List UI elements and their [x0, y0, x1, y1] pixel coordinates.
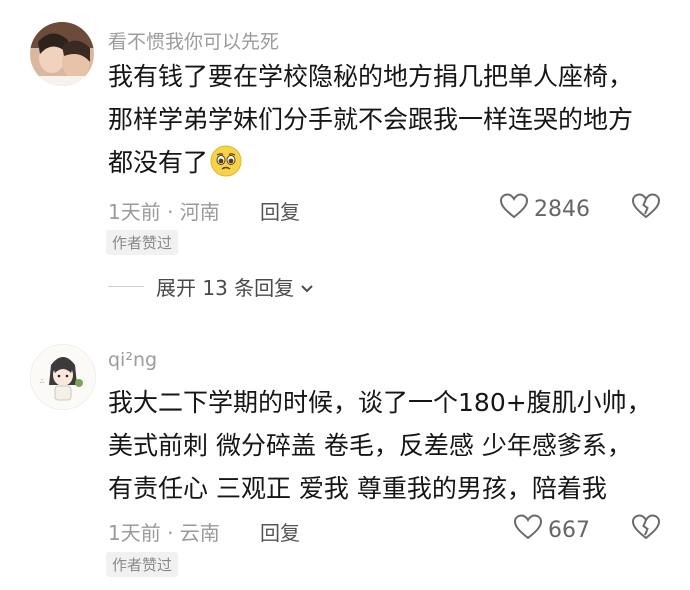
like-count: 667	[548, 517, 590, 543]
comment-line: 都没有了	[108, 141, 668, 190]
pleading-face-emoji	[210, 145, 242, 190]
heart-outline-icon	[513, 514, 543, 546]
comment-text: 我有钱了要在学校隐秘的地方捐几把单人座椅， 那样学弟学妹们分手就不会跟我一样连哭…	[108, 55, 668, 190]
broken-heart-icon	[631, 193, 661, 223]
expand-replies-button[interactable]: 展开 13 条回复	[108, 272, 314, 301]
comment-line: 美式前刺 微分碎盖 卷毛，反差感 少年感爹系，	[108, 431, 632, 460]
dislike-button[interactable]	[631, 193, 661, 223]
author-liked-badge: 作者赞过	[106, 552, 179, 577]
time-location: 1天前 · 云南	[108, 521, 220, 545]
username[interactable]: 看不惯我你可以先死	[108, 27, 279, 54]
avatar[interactable]: ஃ	[30, 344, 96, 410]
heart-outline-icon	[499, 193, 529, 225]
avatar[interactable]	[30, 22, 94, 86]
time-location: 1天前 · 河南	[108, 200, 220, 224]
divider	[108, 286, 144, 287]
chevron-down-icon	[300, 275, 314, 299]
reply-button[interactable]: 回复	[260, 196, 300, 225]
username[interactable]: qi²ng	[108, 349, 157, 371]
svg-text:ஃ: ஃ	[40, 379, 44, 385]
like-count: 2846	[534, 196, 590, 222]
dislike-button[interactable]	[631, 514, 661, 544]
comment-line: 有责任心 三观正 爱我 尊重我的男孩，陪着我	[108, 474, 607, 503]
broken-heart-icon	[631, 514, 661, 544]
like-button[interactable]: 667	[513, 514, 590, 546]
reply-button[interactable]: 回复	[260, 517, 300, 546]
expand-replies-label: 展开 13 条回复	[156, 276, 295, 300]
like-button[interactable]: 2846	[499, 193, 590, 225]
comment-line: 我大二下学期的时候，谈了一个180+腹肌小帅，	[108, 388, 652, 417]
comment-text: 我大二下学期的时候，谈了一个180+腹肌小帅， 美式前刺 微分碎盖 卷毛，反差感…	[108, 381, 668, 510]
comment-line: 我有钱了要在学校隐秘的地方捐几把单人座椅，	[108, 62, 634, 91]
comment-line: 那样学弟学妹们分手就不会跟我一样连哭的地方	[108, 105, 634, 134]
author-liked-badge: 作者赞过	[106, 230, 179, 255]
